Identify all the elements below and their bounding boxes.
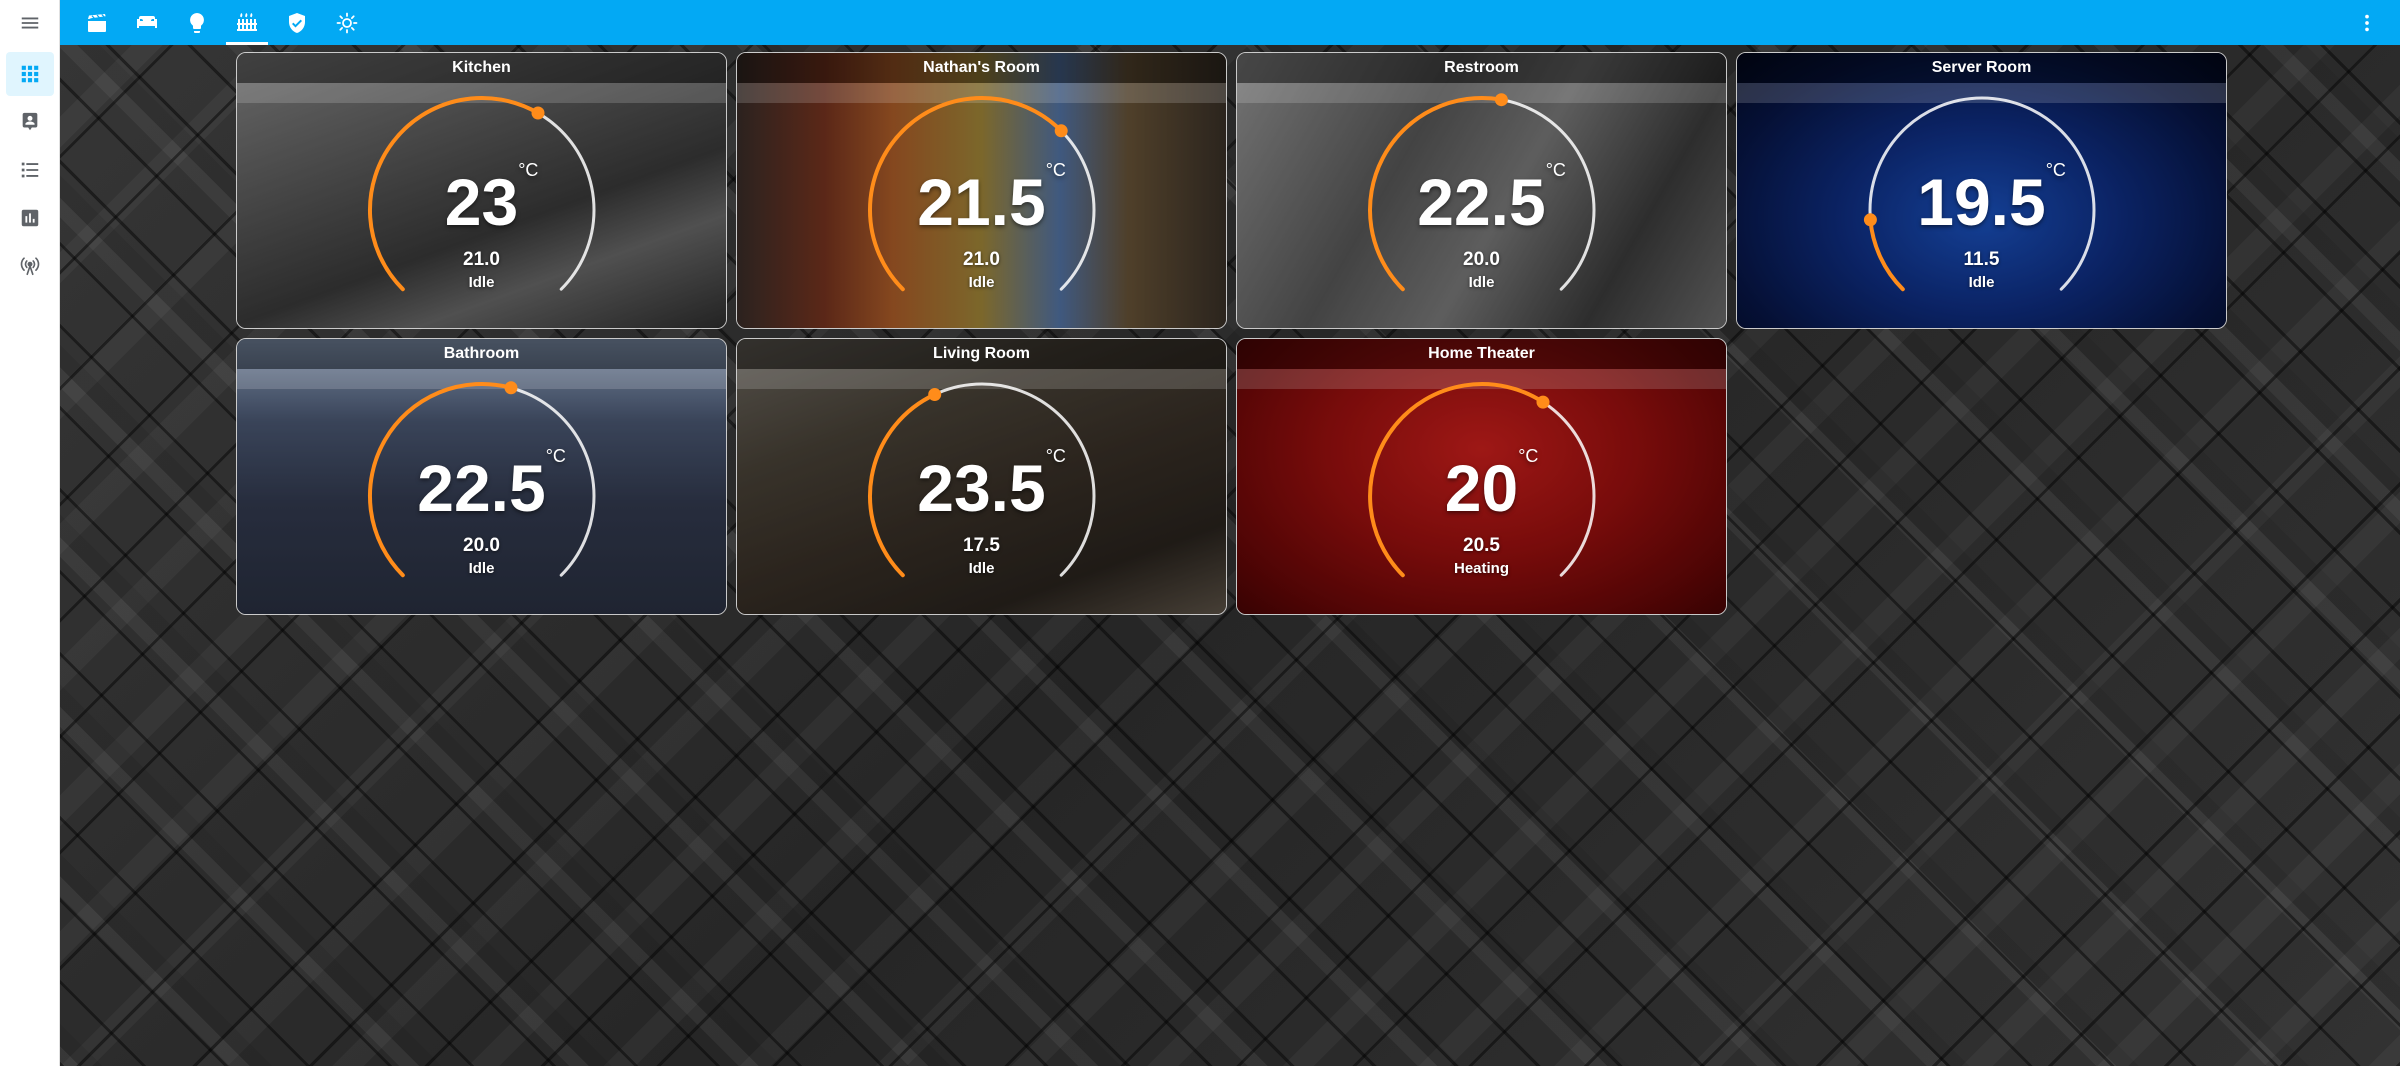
target-temperature: 11.5 <box>1963 249 2000 270</box>
sidebar-item-integrations[interactable] <box>6 244 54 288</box>
current-temperature: 23 °C <box>237 161 726 235</box>
dots-vertical-icon <box>2365 14 2369 31</box>
target-temperature: 21.0 <box>463 249 500 270</box>
hvac-action: Heating <box>1453 560 1509 577</box>
sidebar-item-logbook[interactable] <box>6 148 54 192</box>
hvac-action: Idle <box>468 274 495 291</box>
radiator-icon <box>237 12 257 31</box>
shield-check-icon <box>289 12 305 33</box>
lightbulb-icon <box>190 12 204 33</box>
current-temperature: 20 °C <box>1237 447 1726 521</box>
bed-sofa-icon <box>137 15 157 28</box>
menu-button[interactable] <box>12 0 48 45</box>
theater-clapper-icon <box>88 13 106 32</box>
thermostat-card[interactable]: Kitchen 23 °C 21.0 Idle <box>236 52 727 329</box>
current-temperature-value: 19.5 <box>1917 165 2046 239</box>
target-temperature: 17.5 <box>963 535 1000 556</box>
tab-bedroom[interactable] <box>122 0 172 45</box>
current-temperature-value: 23.5 <box>917 451 1046 525</box>
temperature-unit: °C <box>1518 446 1539 466</box>
sidebar-item-overview[interactable] <box>6 52 54 96</box>
hamburger-menu-icon <box>21 17 39 28</box>
sidebar-item-map[interactable] <box>6 100 54 144</box>
thermostat-card[interactable]: Bathroom 22.5 °C 20.0 Idle <box>236 338 727 615</box>
temperature-unit: °C <box>1045 160 1066 180</box>
hvac-action: Idle <box>468 560 495 577</box>
thermostat-card[interactable]: Server Room 19.5 °C 11.5 Idle <box>1736 52 2227 329</box>
temperature-unit: °C <box>1045 446 1066 466</box>
map-marker-account-icon <box>22 112 38 131</box>
current-temperature-value: 22.5 <box>1417 165 1546 239</box>
dial-handle[interactable] <box>1054 124 1068 138</box>
target-temperature: 20.5 <box>1463 535 1500 556</box>
dial-handle[interactable] <box>531 106 545 120</box>
current-temperature: 23.5 °C <box>737 447 1226 521</box>
temperature-unit: °C <box>2045 160 2066 180</box>
current-temperature: 22.5 °C <box>1237 161 1726 235</box>
logbook-list-icon <box>21 162 39 178</box>
sun-brightness-icon <box>336 12 358 33</box>
sidebar-item-history[interactable] <box>6 196 54 240</box>
tab-lights[interactable] <box>172 0 222 45</box>
thermostat-card[interactable]: Home Theater 20 °C 20.5 Heating <box>1236 338 1727 615</box>
dial-handle[interactable] <box>504 381 518 395</box>
tab-theater[interactable] <box>72 0 122 45</box>
hvac-action: Idle <box>1968 274 1995 291</box>
dashboard-view: Kitchen 23 °C 21.0 Idle Nathan's Room 21.5 °C 21… <box>60 45 2400 1066</box>
hvac-action: Idle <box>968 560 995 577</box>
temperature-unit: °C <box>1545 160 1566 180</box>
thermostat-card[interactable]: Living Room 23.5 °C 17.5 Idle <box>736 338 1227 615</box>
dial-handle[interactable] <box>1494 93 1508 107</box>
top-bar <box>21 0 2400 45</box>
current-temperature: 19.5 °C <box>1737 161 2226 235</box>
target-temperature: 20.0 <box>1463 249 1500 270</box>
overflow-menu-button[interactable] <box>2352 0 2382 45</box>
current-temperature-value: 22.5 <box>417 451 546 525</box>
broadcast-tower-icon <box>20 257 40 276</box>
hvac-action: Idle <box>968 274 995 291</box>
target-temperature: 21.0 <box>963 249 1000 270</box>
current-temperature: 21.5 °C <box>737 161 1226 235</box>
current-temperature-value: 23 <box>444 165 519 239</box>
current-temperature-value: 20 <box>1444 451 1519 525</box>
current-temperature-value: 21.5 <box>917 165 1046 239</box>
thermostat-card[interactable]: Restroom 22.5 °C 20.0 Idle <box>1236 52 1727 329</box>
history-chart-icon <box>21 209 39 227</box>
temperature-unit: °C <box>545 446 566 466</box>
tab-outdoor[interactable] <box>322 0 372 45</box>
dial-handle[interactable] <box>1536 395 1550 409</box>
dial-handle[interactable] <box>928 388 942 401</box>
tab-security[interactable] <box>272 0 322 45</box>
hvac-action: Idle <box>1468 274 1495 291</box>
tab-climate[interactable] <box>222 0 272 45</box>
current-temperature: 22.5 °C <box>237 447 726 521</box>
temperature-unit: °C <box>518 160 539 180</box>
target-temperature: 20.0 <box>463 535 500 556</box>
dashboard-grid-icon <box>21 65 39 83</box>
thermostat-card[interactable]: Nathan's Room 21.5 °C 21.0 Idle <box>736 52 1227 329</box>
sidebar <box>0 0 60 1066</box>
